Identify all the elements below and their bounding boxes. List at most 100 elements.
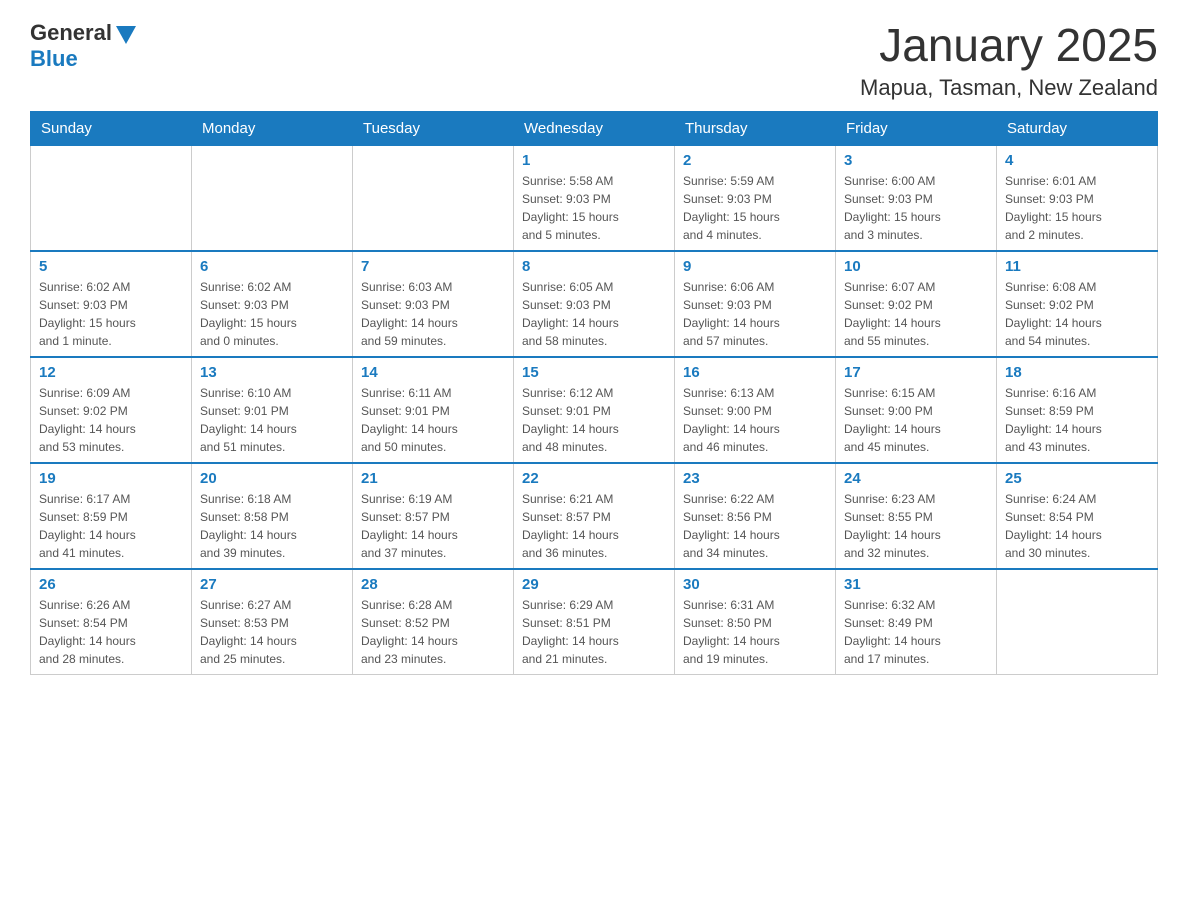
day-number: 26 bbox=[39, 576, 183, 593]
calendar-cell: 14 Sunrise: 6:11 AM Sunset: 9:01 PM Dayli… bbox=[353, 357, 514, 463]
calendar-cell: 1Sunrise: 5:58 AM Sunset: 9:03 PM Daylig… bbox=[514, 145, 675, 251]
day-info: Sunrise: 6:21 AM Sunset: 8:57 PM Dayligh… bbox=[522, 490, 666, 562]
day-number: 3 bbox=[844, 152, 988, 169]
day-number: 17 bbox=[844, 364, 988, 381]
calendar-cell: 31 Sunrise: 6:32 AM Sunset: 8:49 PM Dayli… bbox=[836, 569, 997, 675]
page-header: General Blue January 2025 Mapua, Tasman,… bbox=[30, 20, 1158, 101]
day-info: Sunrise: 6:26 AM Sunset: 8:54 PM Dayligh… bbox=[39, 596, 183, 668]
day-info: Sunrise: 6:18 AM Sunset: 8:58 PM Dayligh… bbox=[200, 490, 344, 562]
day-number: 5 bbox=[39, 258, 183, 275]
calendar-cell: 18 Sunrise: 6:16 AM Sunset: 8:59 PM Dayli… bbox=[997, 357, 1158, 463]
day-info: Sunrise: 6:12 AM Sunset: 9:01 PM Dayligh… bbox=[522, 384, 666, 456]
day-number: 2 bbox=[683, 152, 827, 169]
calendar-header-row: SundayMondayTuesdayWednesdayThursdayFrid… bbox=[31, 111, 1158, 145]
day-info: Sunrise: 6:17 AM Sunset: 8:59 PM Dayligh… bbox=[39, 490, 183, 562]
column-header-wednesday: Wednesday bbox=[514, 111, 675, 145]
day-number: 13 bbox=[200, 364, 344, 381]
day-info: Sunrise: 6:05 AM Sunset: 9:03 PM Dayligh… bbox=[522, 278, 666, 350]
day-number: 7 bbox=[361, 258, 505, 275]
column-header-saturday: Saturday bbox=[997, 111, 1158, 145]
day-number: 25 bbox=[1005, 470, 1149, 487]
calendar-table: SundayMondayTuesdayWednesdayThursdayFrid… bbox=[30, 111, 1158, 675]
day-number: 14 bbox=[361, 364, 505, 381]
day-info: Sunrise: 6:02 AM Sunset: 9:03 PM Dayligh… bbox=[39, 278, 183, 350]
calendar-cell bbox=[31, 145, 192, 251]
calendar-cell: 20Sunrise: 6:18 AM Sunset: 8:58 PM Dayli… bbox=[192, 463, 353, 569]
calendar-cell bbox=[192, 145, 353, 251]
calendar-cell bbox=[997, 569, 1158, 675]
day-number: 21 bbox=[361, 470, 505, 487]
column-header-friday: Friday bbox=[836, 111, 997, 145]
day-info: Sunrise: 6:07 AM Sunset: 9:02 PM Dayligh… bbox=[844, 278, 988, 350]
day-info: Sunrise: 6:09 AM Sunset: 9:02 PM Dayligh… bbox=[39, 384, 183, 456]
calendar-cell: 10 Sunrise: 6:07 AM Sunset: 9:02 PM Dayli… bbox=[836, 251, 997, 357]
calendar-cell: 3Sunrise: 6:00 AM Sunset: 9:03 PM Daylig… bbox=[836, 145, 997, 251]
calendar-cell: 30Sunrise: 6:31 AM Sunset: 8:50 PM Dayli… bbox=[675, 569, 836, 675]
day-number: 6 bbox=[200, 258, 344, 275]
calendar-cell: 27Sunrise: 6:27 AM Sunset: 8:53 PM Dayli… bbox=[192, 569, 353, 675]
day-info: Sunrise: 5:59 AM Sunset: 9:03 PM Dayligh… bbox=[683, 172, 827, 244]
day-info: Sunrise: 6:01 AM Sunset: 9:03 PM Dayligh… bbox=[1005, 172, 1149, 244]
day-number: 15 bbox=[522, 364, 666, 381]
logo: General Blue bbox=[30, 20, 136, 72]
day-number: 18 bbox=[1005, 364, 1149, 381]
calendar-cell: 17 Sunrise: 6:15 AM Sunset: 9:00 PM Dayli… bbox=[836, 357, 997, 463]
day-info: Sunrise: 6:10 AM Sunset: 9:01 PM Dayligh… bbox=[200, 384, 344, 456]
title-block: January 2025 Mapua, Tasman, New Zealand bbox=[860, 20, 1158, 101]
day-info: Sunrise: 6:02 AM Sunset: 9:03 PM Dayligh… bbox=[200, 278, 344, 350]
calendar-cell: 15 Sunrise: 6:12 AM Sunset: 9:01 PM Dayli… bbox=[514, 357, 675, 463]
day-info: Sunrise: 6:24 AM Sunset: 8:54 PM Dayligh… bbox=[1005, 490, 1149, 562]
calendar-week-row: 19 Sunrise: 6:17 AM Sunset: 8:59 PM Dayli… bbox=[31, 463, 1158, 569]
logo-triangle-icon bbox=[114, 22, 136, 44]
calendar-week-row: 5 Sunrise: 6:02 AM Sunset: 9:03 PM Daylig… bbox=[31, 251, 1158, 357]
day-number: 10 bbox=[844, 258, 988, 275]
calendar-title: January 2025 bbox=[860, 20, 1158, 71]
day-info: Sunrise: 6:16 AM Sunset: 8:59 PM Dayligh… bbox=[1005, 384, 1149, 456]
calendar-cell: 26 Sunrise: 6:26 AM Sunset: 8:54 PM Dayli… bbox=[31, 569, 192, 675]
day-number: 1 bbox=[522, 152, 666, 169]
column-header-monday: Monday bbox=[192, 111, 353, 145]
day-number: 31 bbox=[844, 576, 988, 593]
calendar-cell: 19 Sunrise: 6:17 AM Sunset: 8:59 PM Dayli… bbox=[31, 463, 192, 569]
day-number: 9 bbox=[683, 258, 827, 275]
day-number: 29 bbox=[522, 576, 666, 593]
day-info: Sunrise: 6:29 AM Sunset: 8:51 PM Dayligh… bbox=[522, 596, 666, 668]
day-info: Sunrise: 6:06 AM Sunset: 9:03 PM Dayligh… bbox=[683, 278, 827, 350]
calendar-cell: 6 Sunrise: 6:02 AM Sunset: 9:03 PM Daylig… bbox=[192, 251, 353, 357]
calendar-cell: 16 Sunrise: 6:13 AM Sunset: 9:00 PM Dayli… bbox=[675, 357, 836, 463]
day-number: 16 bbox=[683, 364, 827, 381]
day-number: 28 bbox=[361, 576, 505, 593]
calendar-cell: 13 Sunrise: 6:10 AM Sunset: 9:01 PM Dayli… bbox=[192, 357, 353, 463]
day-info: Sunrise: 6:11 AM Sunset: 9:01 PM Dayligh… bbox=[361, 384, 505, 456]
calendar-cell: 8Sunrise: 6:05 AM Sunset: 9:03 PM Daylig… bbox=[514, 251, 675, 357]
day-number: 24 bbox=[844, 470, 988, 487]
day-number: 23 bbox=[683, 470, 827, 487]
day-number: 11 bbox=[1005, 258, 1149, 275]
day-info: Sunrise: 6:28 AM Sunset: 8:52 PM Dayligh… bbox=[361, 596, 505, 668]
day-number: 19 bbox=[39, 470, 183, 487]
calendar-cell: 23Sunrise: 6:22 AM Sunset: 8:56 PM Dayli… bbox=[675, 463, 836, 569]
calendar-cell: 7 Sunrise: 6:03 AM Sunset: 9:03 PM Daylig… bbox=[353, 251, 514, 357]
calendar-week-row: 1Sunrise: 5:58 AM Sunset: 9:03 PM Daylig… bbox=[31, 145, 1158, 251]
day-info: Sunrise: 6:32 AM Sunset: 8:49 PM Dayligh… bbox=[844, 596, 988, 668]
logo-blue: Blue bbox=[30, 46, 78, 72]
calendar-subtitle: Mapua, Tasman, New Zealand bbox=[860, 75, 1158, 101]
day-info: Sunrise: 6:27 AM Sunset: 8:53 PM Dayligh… bbox=[200, 596, 344, 668]
calendar-cell: 5 Sunrise: 6:02 AM Sunset: 9:03 PM Daylig… bbox=[31, 251, 192, 357]
calendar-cell: 4 Sunrise: 6:01 AM Sunset: 9:03 PM Daylig… bbox=[997, 145, 1158, 251]
day-info: Sunrise: 6:15 AM Sunset: 9:00 PM Dayligh… bbox=[844, 384, 988, 456]
day-info: Sunrise: 6:19 AM Sunset: 8:57 PM Dayligh… bbox=[361, 490, 505, 562]
day-number: 22 bbox=[522, 470, 666, 487]
calendar-cell: 21 Sunrise: 6:19 AM Sunset: 8:57 PM Dayli… bbox=[353, 463, 514, 569]
calendar-cell: 28 Sunrise: 6:28 AM Sunset: 8:52 PM Dayli… bbox=[353, 569, 514, 675]
day-info: Sunrise: 6:13 AM Sunset: 9:00 PM Dayligh… bbox=[683, 384, 827, 456]
day-number: 4 bbox=[1005, 152, 1149, 169]
day-info: Sunrise: 6:03 AM Sunset: 9:03 PM Dayligh… bbox=[361, 278, 505, 350]
calendar-cell: 11Sunrise: 6:08 AM Sunset: 9:02 PM Dayli… bbox=[997, 251, 1158, 357]
day-info: Sunrise: 6:23 AM Sunset: 8:55 PM Dayligh… bbox=[844, 490, 988, 562]
day-info: Sunrise: 6:31 AM Sunset: 8:50 PM Dayligh… bbox=[683, 596, 827, 668]
column-header-thursday: Thursday bbox=[675, 111, 836, 145]
column-header-tuesday: Tuesday bbox=[353, 111, 514, 145]
calendar-cell: 29 Sunrise: 6:29 AM Sunset: 8:51 PM Dayli… bbox=[514, 569, 675, 675]
calendar-week-row: 26 Sunrise: 6:26 AM Sunset: 8:54 PM Dayli… bbox=[31, 569, 1158, 675]
